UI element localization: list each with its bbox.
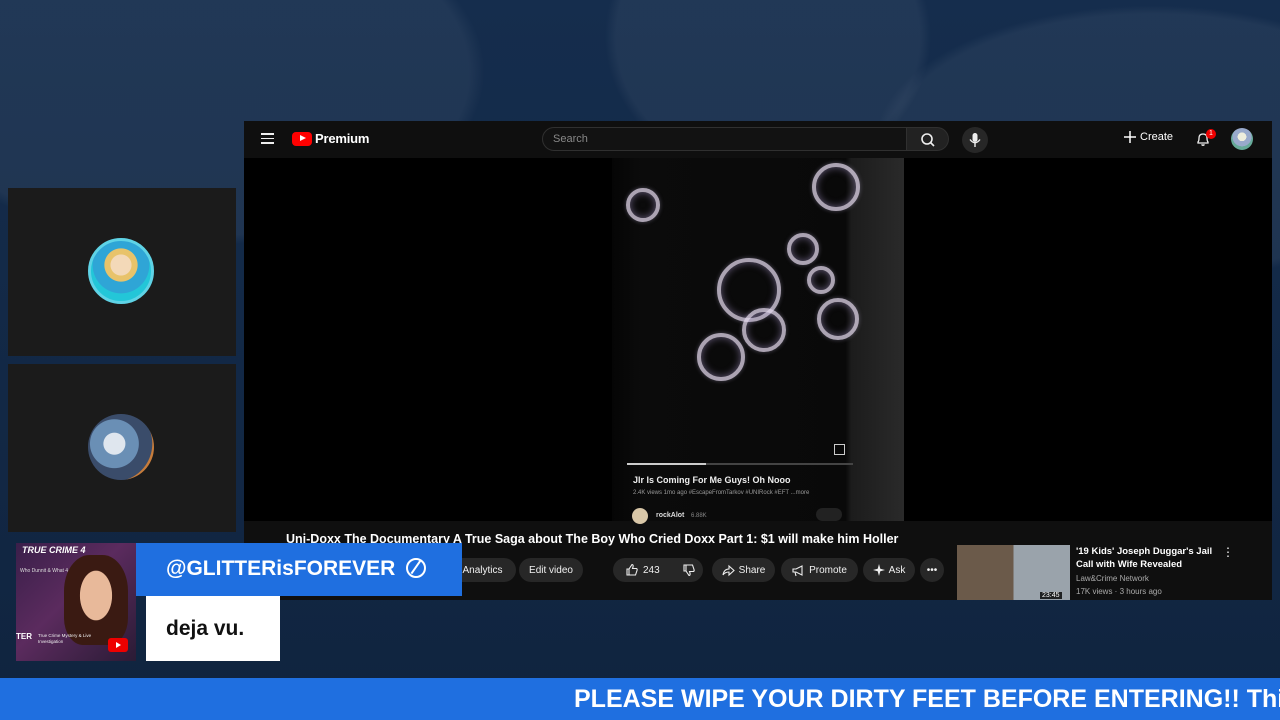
moderator-icon <box>406 558 426 578</box>
profile-card-subtitle: Who Dunnit & What 4 <box>20 568 69 574</box>
streamer-avatar-2 <box>88 414 154 480</box>
youtube-window: Premium Search Create 1 Jlr Is Coming Fo… <box>244 121 1272 600</box>
profile-card-title: TRUE CRIME 4 <box>22 545 86 555</box>
short-subscribe-bell[interactable] <box>816 508 842 521</box>
search-input[interactable]: Search <box>542 127 907 151</box>
voice-search-button[interactable] <box>962 127 988 153</box>
chat-username: @GLITTERisFOREVER <box>166 557 396 580</box>
thumbs-up-icon[interactable] <box>625 563 639 577</box>
chat-message: deja vu. <box>166 617 245 640</box>
profile-card-name: TER <box>16 632 32 641</box>
search-icon <box>921 133 935 147</box>
bubble <box>626 188 660 222</box>
bubble <box>807 266 835 294</box>
youtube-logo-icon <box>292 131 312 146</box>
suggested-video-title[interactable]: '19 Kids' Joseph Duggar's Jail Call with… <box>1076 545 1226 571</box>
host-photo <box>64 555 128 645</box>
account-avatar[interactable] <box>1231 128 1253 150</box>
bubble <box>697 333 745 381</box>
short-video-frame <box>612 158 904 521</box>
bubble <box>787 233 819 265</box>
suggested-video-meta: 17K views · 3 hours ago <box>1076 587 1162 596</box>
ask-label: Ask <box>888 564 906 576</box>
suggested-video-more-icon[interactable]: ⋮ <box>1222 545 1234 559</box>
share-icon <box>722 564 735 576</box>
bubble <box>812 163 860 211</box>
youtube-play-icon <box>108 638 128 652</box>
mic-icon <box>969 133 981 147</box>
plus-icon <box>1124 131 1136 143</box>
video-player[interactable]: Jlr Is Coming For Me Guys! Oh Nooo 2.4K … <box>244 158 1272 524</box>
short-meta: 2.4K views 1mo ago #EscapeFromTarkov #UN… <box>633 490 810 496</box>
thumbs-down-icon[interactable] <box>682 563 696 577</box>
more-icon: ••• <box>926 564 938 576</box>
bubble <box>742 308 786 352</box>
create-label: Create <box>1140 131 1174 143</box>
megaphone-icon <box>792 564 803 576</box>
profile-card-description: True Crime Mystery & Live Investigation <box>38 633 92 644</box>
short-progress-bar[interactable] <box>627 463 853 465</box>
promote-button[interactable]: Promote <box>781 558 858 582</box>
youtube-top-bar: Premium Search Create 1 <box>244 121 1272 158</box>
create-button[interactable]: Create <box>1124 131 1173 143</box>
edit-video-label: Edit video <box>529 564 573 576</box>
fullscreen-icon[interactable] <box>834 444 845 455</box>
share-button[interactable]: Share <box>712 558 775 582</box>
like-dislike-group: 243 <box>613 558 703 582</box>
sparkle-icon <box>872 564 885 576</box>
short-channel-avatar[interactable] <box>632 508 648 524</box>
notification-badge: 1 <box>1206 129 1216 139</box>
like-count: 243 <box>643 564 660 576</box>
edit-video-button[interactable]: Edit video <box>519 558 583 582</box>
short-channel-subs: 6.88K <box>691 513 707 519</box>
ask-button[interactable]: Ask <box>863 558 915 582</box>
share-label: Share <box>738 564 766 576</box>
suggested-video-channel[interactable]: Law&Crime Network <box>1076 574 1149 583</box>
menu-icon[interactable] <box>261 133 274 144</box>
bubble <box>817 298 859 340</box>
short-channel-name[interactable]: rockAlot <box>656 512 684 519</box>
camera-panel-1 <box>8 188 236 356</box>
youtube-logo[interactable]: Premium <box>292 131 369 146</box>
suggested-video-duration: 23:45 <box>1040 592 1062 599</box>
ticker-text: PLEASE WIPE YOUR DIRTY FEET BEFORE ENTER… <box>574 685 1280 713</box>
short-title: Jlr Is Coming For Me Guys! Oh Nooo <box>633 475 791 485</box>
analytics-label: Analytics <box>462 564 503 576</box>
streamer-avatar-1 <box>88 238 154 304</box>
ticker-bar: PLEASE WIPE YOUR DIRTY FEET BEFORE ENTER… <box>0 678 1280 720</box>
more-actions-button[interactable]: ••• <box>920 558 944 582</box>
search-placeholder: Search <box>553 133 588 145</box>
camera-panel-2 <box>8 364 236 532</box>
logo-text: Premium <box>315 131 370 146</box>
search-button[interactable] <box>907 127 949 151</box>
promote-label: Promote <box>809 564 847 576</box>
channel-profile-card: TRUE CRIME 4 Who Dunnit & What 4 TER Tru… <box>16 543 136 661</box>
